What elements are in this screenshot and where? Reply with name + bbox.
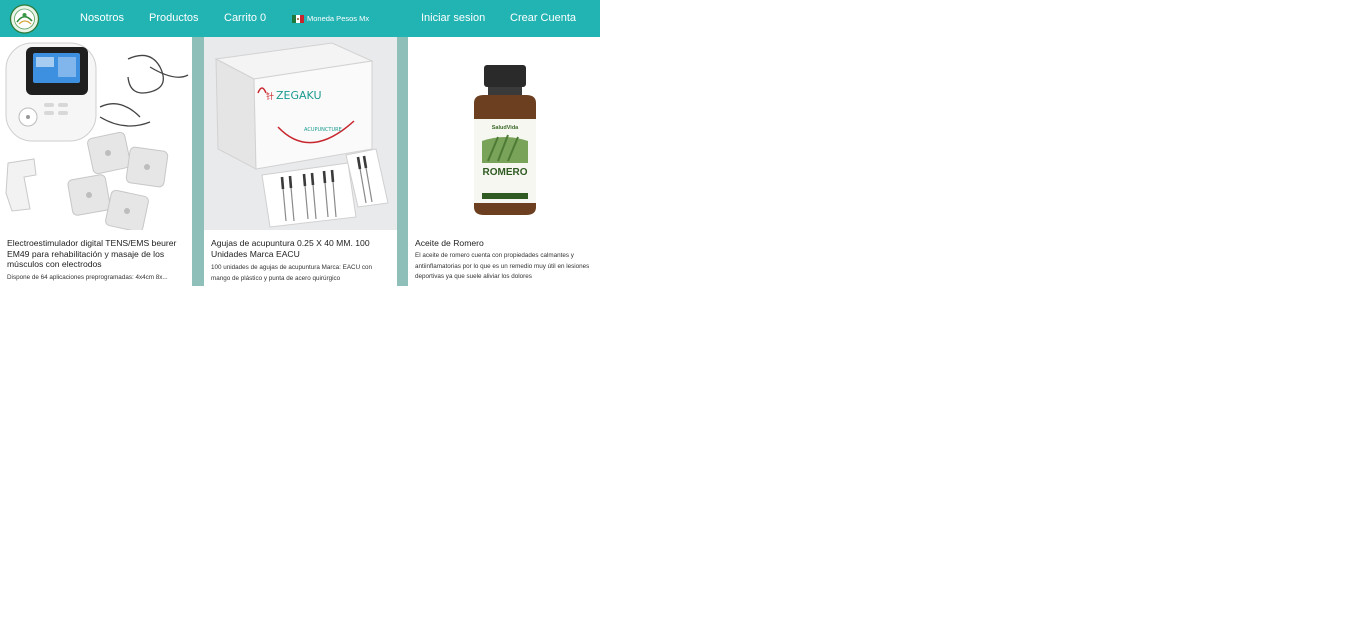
product-description: 100 unidades de agujas de acupuntura Mar… xyxy=(211,264,373,282)
nav-link-nosotros[interactable]: Nosotros xyxy=(80,12,124,24)
bottle-product-label: ROMERO xyxy=(483,167,528,178)
navbar: Nosotros Productos Carrito 0 Moneda Peso… xyxy=(0,0,600,37)
column-separator xyxy=(397,37,408,286)
column-separator xyxy=(192,37,204,286)
nav-link-carrito[interactable]: Carrito 0 xyxy=(224,12,266,24)
currency-label: Moneda Pesos Mx xyxy=(307,14,370,23)
register-link[interactable]: Crear Cuenta xyxy=(510,12,576,24)
svg-text:针: 针 xyxy=(266,91,274,101)
login-link[interactable]: Iniciar sesion xyxy=(421,12,485,24)
product-card[interactable]: 针 ZEGAKU ACUPUNCTURE Agujas de acupuntur… xyxy=(204,37,397,286)
logo-icon[interactable] xyxy=(8,4,41,34)
svg-text:ACUPUNCTURE: ACUPUNCTURE xyxy=(304,127,342,133)
product-card[interactable]: SaludVida ROMERO Aceite de Romero El ace… xyxy=(408,37,600,286)
product-title[interactable]: Agujas de acupuntura 0.25 X 40 MM. 100 U… xyxy=(211,238,391,259)
rosemary-oil-image[interactable]: SaludVida ROMERO xyxy=(408,37,600,230)
product-description: El aceite de romero cuenta con propiedad… xyxy=(415,252,590,280)
product-title[interactable]: Electroestimulador digital TENS/EMS beur… xyxy=(7,238,187,270)
product-description: Dispone de 64 aplicaciones preprogramada… xyxy=(7,274,168,281)
product-card[interactable]: Electroestimulador digital TENS/EMS beur… xyxy=(0,37,192,286)
nav-link-productos[interactable]: Productos xyxy=(149,12,199,24)
product-title[interactable]: Aceite de Romero xyxy=(415,238,595,249)
site-frame: Nosotros Productos Carrito 0 Moneda Peso… xyxy=(0,0,600,286)
needle-box: 针 ZEGAKU ACUPUNCTURE xyxy=(214,42,374,170)
svg-text:ZEGAKU: ZEGAKU xyxy=(276,89,322,102)
mexico-flag-icon xyxy=(292,14,304,23)
acupuncture-needles-image[interactable]: 针 ZEGAKU ACUPUNCTURE xyxy=(204,37,397,230)
tens-device-body xyxy=(5,42,97,142)
currency-selector[interactable]: Moneda Pesos Mx xyxy=(292,14,369,23)
bottle-brand-label: SaludVida xyxy=(492,125,519,131)
tens-device-image[interactable] xyxy=(0,37,192,230)
